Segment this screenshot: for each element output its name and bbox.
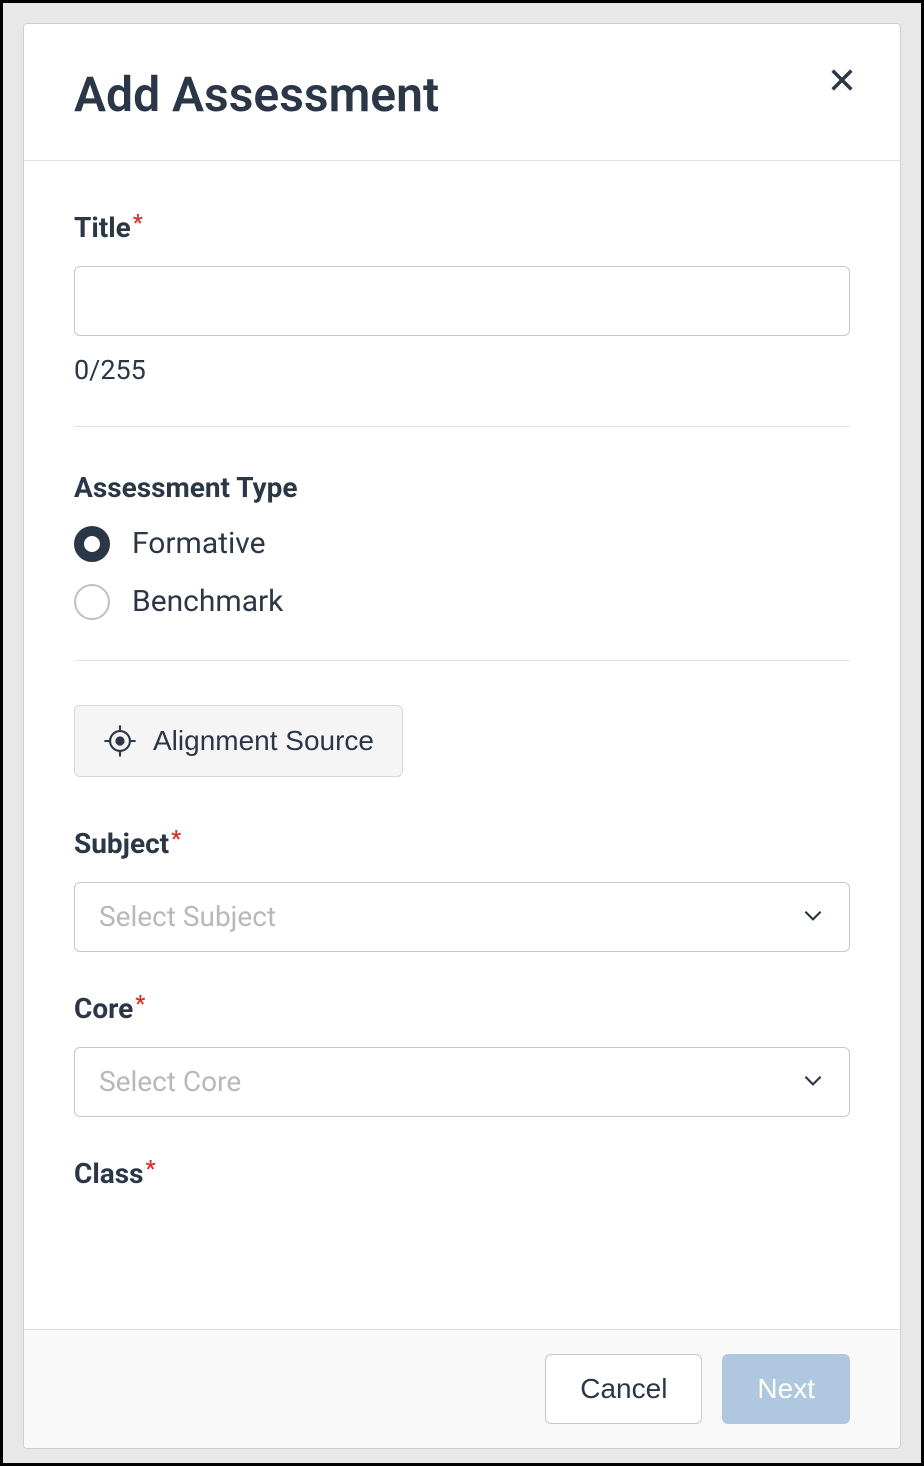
- section-divider: [74, 426, 850, 427]
- modal-header: Add Assessment: [24, 24, 900, 161]
- subject-select[interactable]: Select Subject: [74, 882, 850, 952]
- modal-footer: Cancel Next: [24, 1329, 900, 1448]
- radio-label: Formative: [132, 526, 266, 561]
- close-button[interactable]: [824, 62, 860, 101]
- subject-label: Subject*: [74, 827, 850, 860]
- required-asterisk: *: [135, 992, 145, 1017]
- modal-title: Add Assessment: [74, 69, 439, 122]
- close-icon: [828, 66, 856, 94]
- next-button[interactable]: Next: [722, 1354, 850, 1424]
- subject-field-group: Subject* Select Subject: [74, 827, 850, 952]
- subject-select-wrap: Select Subject: [74, 882, 850, 952]
- required-asterisk: *: [145, 1157, 155, 1182]
- core-select-wrap: Select Core: [74, 1047, 850, 1117]
- required-asterisk: *: [133, 211, 143, 236]
- cancel-button[interactable]: Cancel: [545, 1354, 702, 1424]
- title-input[interactable]: [74, 266, 850, 336]
- alignment-source-button[interactable]: Alignment Source: [74, 705, 403, 777]
- assessment-type-label: Assessment Type: [74, 471, 850, 504]
- section-divider: [74, 660, 850, 661]
- required-asterisk: *: [171, 827, 181, 852]
- core-label: Core*: [74, 992, 850, 1025]
- alignment-source-label: Alignment Source: [153, 725, 374, 757]
- title-char-count: 0/255: [74, 354, 850, 386]
- assessment-type-group: Assessment Type Formative Benchmark: [74, 471, 850, 620]
- title-field-group: Title* 0/255: [74, 211, 850, 386]
- class-field-group: Class*: [74, 1157, 850, 1190]
- title-label: Title*: [74, 211, 850, 244]
- class-label: Class*: [74, 1157, 850, 1190]
- radio-icon: [74, 526, 110, 562]
- radio-label: Benchmark: [132, 584, 283, 619]
- subject-placeholder: Select Subject: [99, 900, 276, 933]
- target-icon: [103, 724, 137, 758]
- radio-option-benchmark[interactable]: Benchmark: [74, 584, 850, 620]
- core-select[interactable]: Select Core: [74, 1047, 850, 1117]
- radio-option-formative[interactable]: Formative: [74, 526, 850, 562]
- core-field-group: Core* Select Core: [74, 992, 850, 1117]
- radio-icon: [74, 584, 110, 620]
- modal-body: Title* 0/255 Assessment Type Formative B…: [24, 161, 900, 1329]
- core-placeholder: Select Core: [99, 1065, 241, 1098]
- add-assessment-modal: Add Assessment Title* 0/255 Assessment T…: [23, 23, 901, 1449]
